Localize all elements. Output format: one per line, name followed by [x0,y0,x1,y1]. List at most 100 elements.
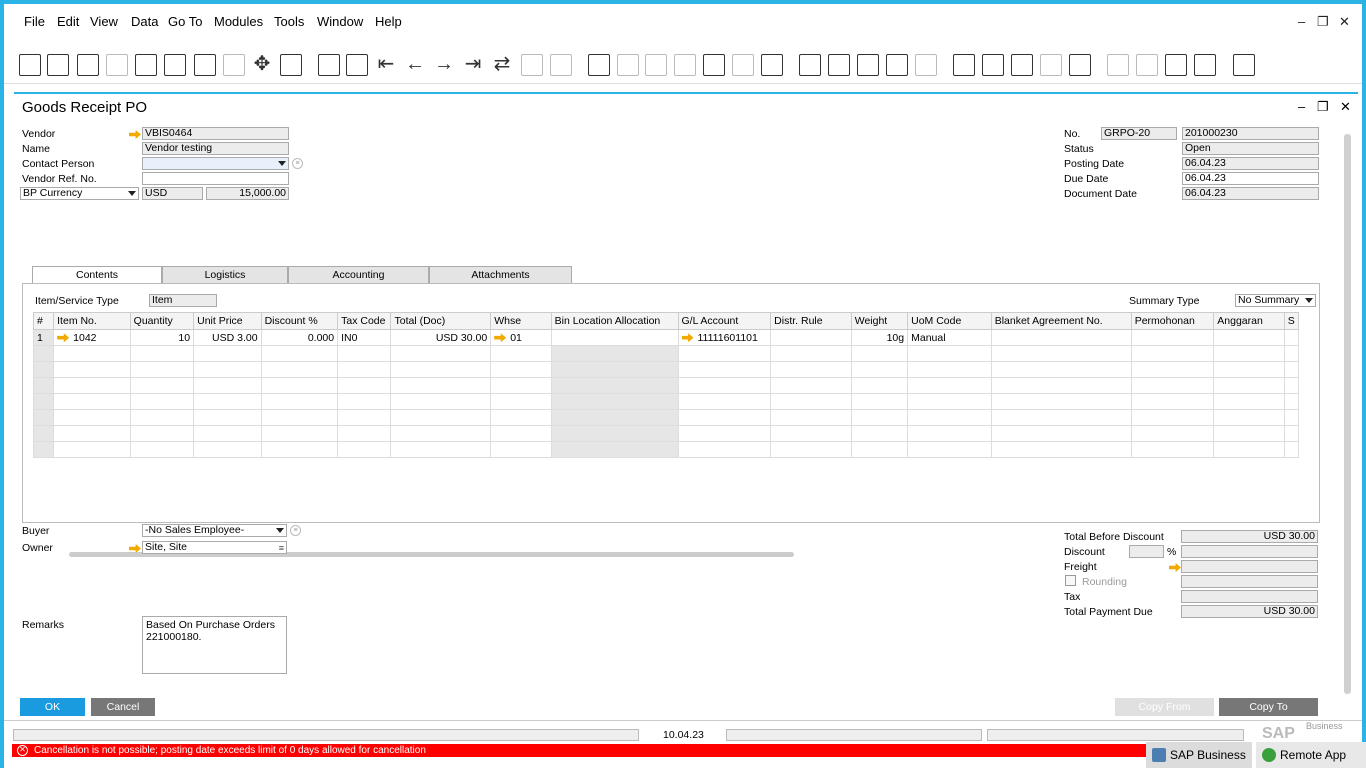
taskbar-sap-business[interactable]: SAP Business ... [1146,742,1252,768]
col-header-item-no[interactable]: Item No. [53,312,131,330]
menu-data[interactable]: Data [131,14,158,29]
alerts-icon[interactable] [915,54,937,76]
col-header-anggaran[interactable]: Anggaran [1213,312,1285,330]
col-header-uom-code[interactable]: UoM Code [907,312,992,330]
print-preview-icon[interactable] [135,54,157,76]
menu-help[interactable]: Help [375,14,402,29]
item-link-arrow-icon[interactable] [57,333,70,343]
discount-amount-field[interactable] [1181,545,1318,558]
last-record-icon[interactable]: ⇥ [462,54,484,76]
layout-icon[interactable] [280,54,302,76]
table-row[interactable] [32,377,1300,394]
widgets-icon[interactable] [1136,54,1158,76]
gl-account-cell[interactable]: 11111601101 [677,329,772,346]
error-message-bar[interactable]: ✕ Cancellation is not possible; posting … [12,744,1148,757]
form-restore-button[interactable]: ❐ [1317,99,1329,115]
col-header-s[interactable]: S [1283,312,1300,330]
permohonan-cell[interactable] [1130,329,1215,346]
s-cell[interactable] [1283,329,1300,346]
tab-logistics[interactable]: Logistics [162,266,288,284]
discount-cell[interactable]: 0.000 [260,329,339,346]
col-header-gl-account[interactable]: G/L Account [677,312,772,330]
menu-goto[interactable]: Go To [168,14,202,29]
vendor-field[interactable]: VBIS0464 [142,127,289,140]
form-close-button[interactable]: ✕ [1340,99,1351,115]
total-doc-cell[interactable]: USD 30.00 [390,329,492,346]
target-document-icon[interactable] [617,54,639,76]
sort-icon[interactable] [550,54,572,76]
anggaran-cell[interactable] [1213,329,1285,346]
table-row[interactable] [32,425,1300,442]
ok-button[interactable]: OK [20,698,85,716]
discount-percent-field[interactable] [1129,545,1164,558]
rounding-field[interactable] [1181,575,1318,588]
info-icon[interactable]: ≡ [290,525,301,536]
table-row[interactable] [32,345,1300,362]
app-restore-button[interactable]: ❐ [1317,14,1329,30]
base-document-icon[interactable] [588,54,610,76]
menu-view[interactable]: View [90,14,118,29]
series-select[interactable]: GRPO-20 [1101,127,1177,140]
form-settings-icon[interactable] [799,54,821,76]
col-header-distr-rule[interactable]: Distr. Rule [770,312,852,330]
dashboard-icon[interactable] [1107,54,1129,76]
tab-accounting[interactable]: Accounting [288,266,429,284]
app-minimize-button[interactable]: – [1298,14,1305,29]
currency-field[interactable]: USD [142,187,203,200]
summary-type-select[interactable]: No Summary [1235,294,1316,307]
filter-icon[interactable] [521,54,543,76]
weight-cell[interactable]: 10g [850,329,909,346]
due-date-field[interactable]: 06.04.23 [1182,172,1319,185]
col-header-number[interactable]: # [32,312,55,330]
message-icon[interactable] [106,54,128,76]
rounding-checkbox[interactable] [1065,575,1076,586]
vertical-scrollbar[interactable] [1344,134,1351,694]
table-row[interactable]: 1 1042 10 USD 3.00 0.000 IN0 USD 30.00 0… [32,329,1300,346]
uom-code-cell[interactable]: Manual [907,329,992,346]
name-field[interactable]: Vendor testing [142,142,289,155]
blanket-agreement-cell[interactable] [990,329,1132,346]
analytics-icon[interactable] [1165,54,1187,76]
structure-icon[interactable] [1040,54,1062,76]
info-icon[interactable]: ≡ [292,158,303,169]
table-row[interactable] [32,441,1300,458]
taskbar-remote-app[interactable]: Remote App [1256,742,1366,768]
volume-weight-icon[interactable] [703,54,725,76]
gl-link-arrow-icon[interactable] [681,333,694,343]
copy-from-button[interactable]: Copy From [1115,698,1214,716]
first-record-icon[interactable]: ⇤ [375,54,397,76]
remarks-textarea[interactable]: Based On Purchase Orders 221000180. [142,616,287,674]
tab-attachments[interactable]: Attachments [429,266,572,284]
user-icon[interactable] [1069,54,1091,76]
item-type-select[interactable]: Item [149,294,217,307]
posting-date-field[interactable]: 06.04.23 [1182,157,1319,170]
edit-form-icon[interactable] [857,54,879,76]
user-settings-icon[interactable] [828,54,850,76]
whse-cell[interactable]: 01 [490,329,552,346]
col-header-total-doc[interactable]: Total (Doc) [390,312,492,330]
activity-icon[interactable] [953,54,975,76]
item-no-cell[interactable]: 1042 [53,329,131,346]
col-header-blanket-agreement[interactable]: Blanket Agreement No. [990,312,1132,330]
table-row[interactable] [32,393,1300,410]
owner-field[interactable]: Site, Site ≡ [142,541,287,554]
email-icon[interactable] [77,54,99,76]
distr-rule-cell[interactable] [770,329,852,346]
unit-price-cell[interactable]: USD 3.00 [193,329,262,346]
print-icon[interactable] [47,54,69,76]
col-header-quantity[interactable]: Quantity [129,312,195,330]
vendor-link-arrow-icon[interactable] [129,130,141,139]
menu-modules[interactable]: Modules [214,14,263,29]
journal-entry-icon[interactable] [732,54,754,76]
find-icon[interactable] [19,54,41,76]
approval-icon[interactable] [1194,54,1216,76]
help-icon[interactable] [1233,54,1255,76]
doc-number-field[interactable]: 201000230 [1182,127,1319,140]
calendar-icon[interactable] [1011,54,1033,76]
binoculars-icon[interactable] [318,54,340,76]
table-row[interactable] [32,409,1300,426]
document-date-field[interactable]: 06.04.23 [1182,187,1319,200]
freight-link-arrow-icon[interactable] [1169,563,1181,572]
messages-icon[interactable] [886,54,908,76]
freight-field[interactable] [1181,560,1318,573]
